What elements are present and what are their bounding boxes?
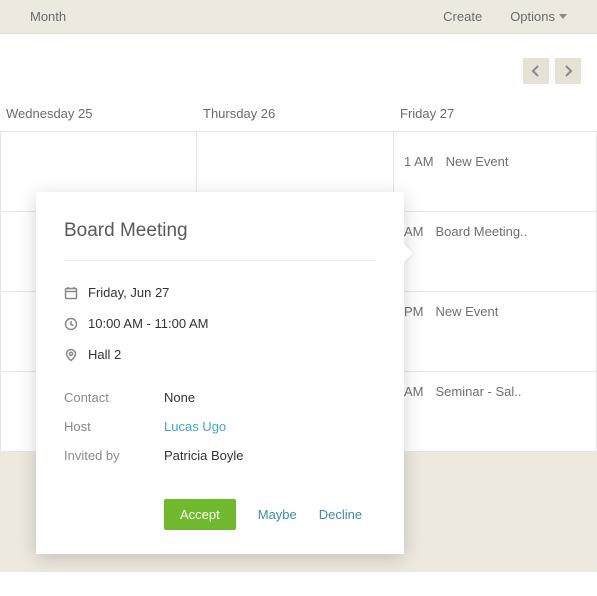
popover-meta: Contact None Host Lucas Ugo Invited by P… — [64, 390, 376, 463]
view-switch-month[interactable]: Month — [16, 9, 80, 24]
meta-host-row: Host Lucas Ugo — [64, 419, 376, 434]
contact-value: None — [164, 390, 195, 405]
host-label: Host — [64, 419, 164, 434]
contact-label: Contact — [64, 390, 164, 405]
day-headers-row: Wednesday 25 Thursday 26 Friday 27 — [0, 96, 597, 132]
meta-invitedby-row: Invited by Patricia Boyle — [64, 448, 376, 463]
cell-fri-1[interactable]: AM Board Meeting.. — [394, 212, 597, 291]
detail-date: Friday, Jun 27 — [88, 285, 169, 300]
accept-button[interactable]: Accept — [164, 499, 236, 530]
popover-actions: Accept Maybe Decline — [64, 499, 376, 530]
create-button[interactable]: Create — [429, 9, 496, 24]
event-title: New Event — [436, 304, 499, 319]
day-header-thu: Thursday 26 — [197, 96, 394, 131]
host-value[interactable]: Lucas Ugo — [164, 419, 226, 434]
detail-time: 10:00 AM - 11:00 AM — [88, 316, 208, 331]
chevron-left-icon — [531, 65, 541, 77]
chevron-right-icon — [563, 65, 573, 77]
detail-time-row: 10:00 AM - 11:00 AM — [64, 316, 376, 331]
day-header-wed: Wednesday 25 — [0, 96, 197, 131]
options-menu[interactable]: Options — [496, 9, 581, 24]
event-title: New Event — [446, 154, 509, 169]
top-toolbar: Month Create Options — [0, 0, 597, 34]
popover-details: Friday, Jun 27 10:00 AM - 11:00 AM Hall … — [64, 285, 376, 362]
event-time: AM — [404, 384, 424, 399]
invitedby-value: Patricia Boyle — [164, 448, 243, 463]
detail-location: Hall 2 — [88, 347, 121, 362]
detail-location-row: Hall 2 — [64, 347, 376, 362]
nav-arrows — [0, 34, 597, 96]
event-title: Board Meeting.. — [436, 224, 528, 239]
popover-title: Board Meeting — [64, 220, 376, 261]
detail-date-row: Friday, Jun 27 — [64, 285, 376, 300]
clock-icon — [64, 317, 88, 331]
invitedby-label: Invited by — [64, 448, 164, 463]
decline-button[interactable]: Decline — [319, 507, 362, 522]
location-icon — [64, 348, 88, 362]
event-time: AM — [404, 224, 424, 239]
meta-contact-row: Contact None — [64, 390, 376, 405]
caret-down-icon — [559, 14, 567, 19]
cell-fri-2[interactable]: PM New Event — [394, 292, 597, 371]
event-popover: Board Meeting Friday, Jun 27 10:00 AM - … — [36, 192, 404, 554]
calendar-icon — [64, 286, 88, 300]
next-button[interactable] — [555, 58, 581, 84]
event-time: PM — [404, 304, 424, 319]
options-label: Options — [510, 9, 555, 24]
maybe-button[interactable]: Maybe — [258, 507, 297, 522]
event-title: Seminar - Sal.. — [436, 384, 522, 399]
cell-fri-0[interactable]: 1 AM New Event — [394, 132, 597, 211]
day-header-fri: Friday 27 — [394, 96, 597, 131]
prev-button[interactable] — [523, 58, 549, 84]
event-time: 1 AM — [404, 154, 434, 169]
cell-fri-3[interactable]: AM Seminar - Sal.. — [394, 372, 597, 451]
